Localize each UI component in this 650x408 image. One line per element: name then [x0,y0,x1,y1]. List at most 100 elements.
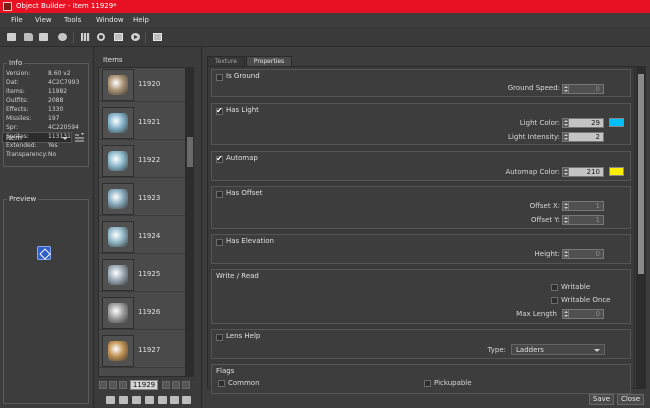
light-color-stepper[interactable]: 29 [562,118,604,128]
preview-sprite-icon [37,246,51,260]
stepper-arrows-icon[interactable] [563,250,569,258]
max-length-stepper[interactable]: 0 [562,309,604,319]
lens-help-checkbox[interactable] [216,334,223,341]
prev-page-icon[interactable] [119,381,127,389]
ground-speed-stepper[interactable]: 0 [562,84,604,94]
stepper-arrows-icon[interactable] [563,310,569,318]
item-thumbnail [102,183,134,215]
writable-once-label: Writable Once [561,296,611,304]
open-folder-icon[interactable] [24,33,33,41]
menu-options-icon[interactable] [75,133,85,142]
list-item[interactable]: 11920 [99,68,185,102]
window-title: Object Builder - Item 11929* [16,2,117,10]
first-page-icon[interactable] [99,381,107,389]
automap-color-swatch[interactable] [609,167,624,176]
animation-icon[interactable] [131,33,140,41]
list-item[interactable]: 11924 [99,220,185,254]
list-item[interactable]: 11922 [99,144,185,178]
last-page-icon[interactable] [182,381,190,389]
duplicate-item-icon[interactable] [158,396,167,404]
items-list[interactable]: 11920 11921 11922 11923 11924 11925 11926 11927 [98,67,186,377]
list-item[interactable]: 11926 [99,296,185,330]
has-offset-checkbox[interactable] [216,191,223,198]
pickupable-checkbox[interactable] [424,380,431,387]
menu-file[interactable]: File [11,16,23,24]
list-item[interactable]: 11925 [99,258,185,292]
stepper-arrows-icon[interactable] [563,119,569,127]
sprites-icon[interactable] [114,33,123,41]
toolbar-separator [73,32,74,43]
has-light-checkbox[interactable] [216,106,223,115]
properties-scrollbar[interactable] [636,66,646,389]
is-ground-checkbox[interactable] [216,74,223,81]
writable-checkbox[interactable] [551,284,558,291]
items-scrollbar[interactable] [186,67,194,377]
height-stepper[interactable]: 0 [562,249,604,259]
section-has-light: Has Light Light Color: 29 Light Intensit… [211,103,631,145]
menu-window[interactable]: Window [96,16,124,24]
stepper-arrows-icon[interactable] [563,168,569,176]
next-10-icon[interactable] [172,381,180,389]
new-item-icon[interactable] [170,396,179,404]
settings-icon[interactable] [58,33,67,41]
list-item[interactable]: 11921 [99,106,185,140]
light-color-label: Light Color: [519,119,560,127]
item-sprite-icon [108,227,128,247]
offset-y-label: Offset Y: [531,216,560,224]
stepper-arrows-icon[interactable] [563,216,569,224]
offset-y-stepper[interactable]: 1 [562,215,604,225]
stepper-arrows-icon[interactable] [563,85,569,93]
toolbar-separator [145,32,146,43]
tab-texture[interactable]: Texture [207,56,245,66]
import-item-icon[interactable] [119,396,128,404]
edit-item-icon[interactable] [145,396,154,404]
lens-type-select[interactable]: Ladders [511,344,605,355]
items-scroll-thumb[interactable] [187,137,193,167]
section-write-read: Write / Read Writable Writable Once Max … [211,269,631,324]
page-input[interactable]: 11929 [130,380,158,390]
automap-checkbox[interactable] [216,154,223,163]
item-sprite-icon [108,341,128,361]
height-label: Height: [534,250,561,258]
new-file-icon[interactable] [7,33,16,41]
automap-color-stepper[interactable]: 210 [562,167,604,177]
tab-properties[interactable]: Properties [246,56,292,66]
light-intensity-stepper[interactable]: 2 [562,132,604,142]
list-item[interactable]: 11927 [99,334,185,368]
save-button[interactable]: Save [589,394,614,405]
offset-x-label: Offset X: [529,202,560,210]
close-button[interactable]: Close [617,394,644,405]
info-label: Items: [6,88,25,95]
writable-once-checkbox[interactable] [551,297,558,304]
section-lens-help: Lens Help Type: Ladders [211,329,631,359]
items-title: Items [101,56,125,64]
item-thumbnail [102,259,134,291]
next-page-icon[interactable] [162,381,170,389]
list-item[interactable]: 11923 [99,182,185,216]
binoculars-icon[interactable] [81,33,90,41]
light-color-swatch[interactable] [609,118,624,127]
prev-10-icon[interactable] [109,381,117,389]
menu-view[interactable]: View [35,16,52,24]
is-ground-label: Is Ground [226,72,260,80]
menu-tools[interactable]: Tools [64,16,81,24]
writable-label: Writable [561,283,591,291]
log-window-icon[interactable] [153,33,162,41]
info-row: Missiles: 197 [6,115,59,122]
has-elevation-checkbox[interactable] [216,239,223,246]
common-checkbox[interactable] [218,380,225,387]
offset-x-stepper[interactable]: 1 [562,201,604,211]
delete-item-icon[interactable] [182,396,191,404]
replace-item-icon[interactable] [106,396,115,404]
item-id: 11926 [138,308,161,316]
info-row: Items: 11982 [6,88,67,95]
compile-icon[interactable] [39,33,48,41]
chevron-down-icon [594,349,600,352]
export-item-icon[interactable] [132,396,141,404]
stepper-arrows-icon[interactable] [563,202,569,210]
stepper-arrows-icon[interactable] [563,133,569,141]
menu-help[interactable]: Help [133,16,149,24]
item-sprite-icon [108,265,128,285]
search-icon[interactable] [97,33,105,41]
properties-scroll-thumb[interactable] [638,74,644,274]
